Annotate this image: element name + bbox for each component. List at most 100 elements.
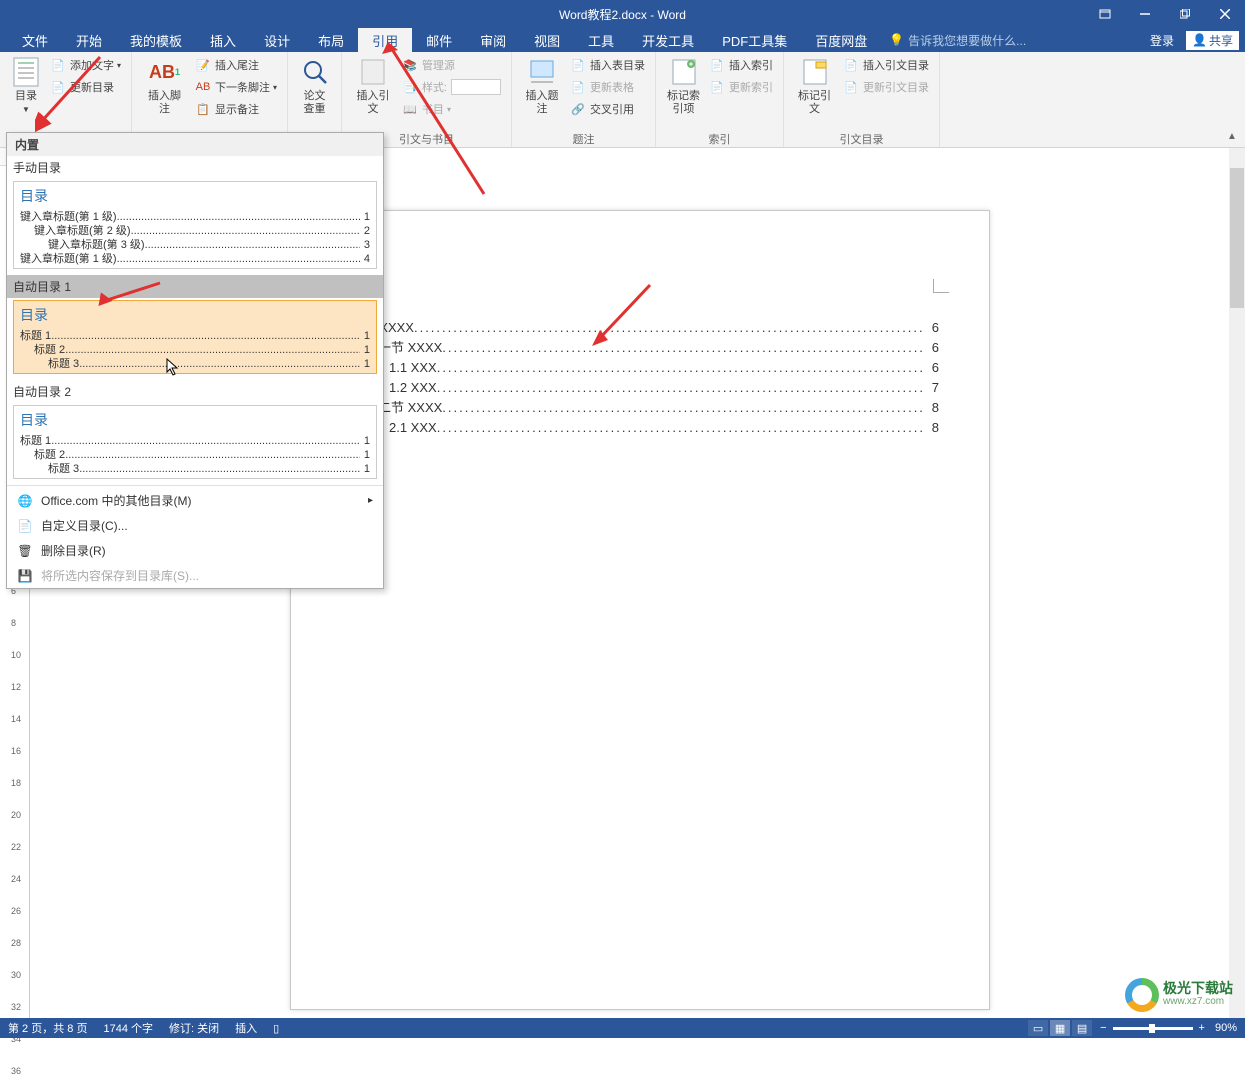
zoom-level[interactable]: 90% <box>1215 1022 1237 1034</box>
style-icon: 📑 <box>402 79 418 95</box>
show-notes-button[interactable]: 📋显示备注 <box>191 98 281 120</box>
chevron-right-icon: ▸ <box>368 495 373 506</box>
tab-developer[interactable]: 开发工具 <box>628 28 708 52</box>
read-mode-icon[interactable]: ▭ <box>1028 1020 1048 1036</box>
restore-icon[interactable] <box>1165 0 1205 28</box>
chevron-down-icon: ▾ <box>117 61 121 70</box>
ruler-tick: 8 <box>11 618 16 628</box>
ruler-tick: 16 <box>11 746 21 756</box>
status-track[interactable]: 修订: 关闭 <box>169 1020 219 1036</box>
toc-icon <box>10 56 42 88</box>
group-caption: 索引 <box>662 131 777 147</box>
ruler-tick: 30 <box>11 970 21 980</box>
toc-row[interactable]: 一章 XXXXX6 <box>341 318 939 338</box>
toc-row[interactable]: 1.2 XXX7 <box>341 378 939 398</box>
ruler-tick: 32 <box>11 1002 21 1012</box>
share-button[interactable]: 👤共享 <box>1186 31 1239 50</box>
tab-tools[interactable]: 工具 <box>574 28 628 52</box>
toc-gallery-dropdown: 内置 手动目录 目录 键入章标题(第 1 级)1键入章标题(第 2 级)2键入章… <box>6 132 384 589</box>
next-footnote-button[interactable]: AB下一条脚注▾ <box>191 76 281 98</box>
insert-footnote-button[interactable]: AB1 插入脚注 <box>138 54 191 131</box>
toc-row[interactable]: 2.1 XXX8 <box>341 418 939 438</box>
add-text-button[interactable]: 📄添加文字▾ <box>46 54 125 76</box>
ruler-tick: 36 <box>11 1066 21 1076</box>
macro-icon[interactable]: ▯ <box>273 1022 279 1035</box>
ribbon-display-icon[interactable] <box>1085 0 1125 28</box>
tab-templates[interactable]: 我的模板 <box>116 28 196 52</box>
tab-references[interactable]: 引用 <box>358 28 412 52</box>
insert-index-icon: 📄 <box>709 57 725 73</box>
more-office-toc[interactable]: 🌐Office.com 中的其他目录(M)▸ <box>7 488 383 513</box>
group-caption: 题注 <box>518 131 649 147</box>
tab-review[interactable]: 审阅 <box>466 28 520 52</box>
mark-citation-icon <box>799 56 831 88</box>
chevron-down-icon: ▾ <box>273 83 277 92</box>
mark-citation-button[interactable]: 标记引文 <box>790 54 839 131</box>
chevron-down-icon: ▼ <box>22 105 30 114</box>
toc-row[interactable]: 1.1 XXX6 <box>341 358 939 378</box>
zoom-slider[interactable] <box>1113 1027 1193 1030</box>
tab-design[interactable]: 设计 <box>250 28 304 52</box>
tab-baidu[interactable]: 百度网盘 <box>801 28 881 52</box>
update-icon: 📄 <box>843 79 859 95</box>
status-insert[interactable]: 插入 <box>235 1020 257 1036</box>
ruler-tick: 12 <box>11 682 21 692</box>
tab-home[interactable]: 开始 <box>62 28 116 52</box>
insert-index-button[interactable]: 📄插入索引 <box>705 54 777 76</box>
update-toc-button[interactable]: 📄更新目录 <box>46 76 125 98</box>
status-words[interactable]: 1744 个字 <box>103 1020 153 1036</box>
manage-sources-button[interactable]: 📚管理源 <box>398 54 505 76</box>
gallery-section-manual: 手动目录 <box>7 156 383 179</box>
bibliography-button[interactable]: 📖书目▾ <box>398 98 505 120</box>
tab-layout[interactable]: 布局 <box>304 28 358 52</box>
gallery-item-auto2[interactable]: 目录 标题 11标题 21标题 31 <box>13 405 377 479</box>
update-index-button[interactable]: 📄更新索引 <box>705 76 777 98</box>
tab-mailings[interactable]: 邮件 <box>412 28 466 52</box>
status-bar: 第 2 页，共 8 页 1744 个字 修订: 关闭 插入 ▯ ▭ ▦ ▤ − … <box>0 1018 1245 1038</box>
insert-authority-button[interactable]: 📄插入引文目录 <box>839 54 933 76</box>
insert-caption-button[interactable]: 插入题注 <box>518 54 566 131</box>
remove-toc[interactable]: 🗑删除目录(R) <box>7 538 383 563</box>
web-layout-icon[interactable]: ▤ <box>1072 1020 1092 1036</box>
biblio-icon: 📖 <box>402 101 418 117</box>
tab-view[interactable]: 视图 <box>520 28 574 52</box>
tell-me-input[interactable]: 💡告诉我您想要做什么... <box>889 28 1026 52</box>
toc-row[interactable]: 第二节 XXXX8 <box>341 398 939 418</box>
watermark: 极光下载站 www.xz7.com <box>1125 978 1233 1012</box>
status-page[interactable]: 第 2 页，共 8 页 <box>8 1020 87 1036</box>
ruler-tick: 24 <box>11 874 21 884</box>
document-page[interactable]: 录 一章 XXXXX6第一节 XXXX61.1 XXX61.2 XXX7第二节 … <box>290 210 990 1010</box>
citation-icon <box>357 56 389 88</box>
collapse-ribbon-icon[interactable]: ▲ <box>1227 131 1241 145</box>
update-table-button[interactable]: 📄更新表格 <box>566 76 649 98</box>
tab-pdf[interactable]: PDF工具集 <box>708 28 801 52</box>
gallery-item-manual[interactable]: 目录 键入章标题(第 1 级)1键入章标题(第 2 级)2键入章标题(第 3 级… <box>13 181 377 269</box>
mark-index-button[interactable]: 标记索引项 <box>662 54 705 131</box>
preview-row: 标题 21 <box>20 448 370 462</box>
bulb-icon: 💡 <box>889 33 904 47</box>
custom-toc[interactable]: 📄自定义目录(C)... <box>7 513 383 538</box>
thesis-check-button[interactable]: 论文查重 <box>294 54 335 131</box>
minimize-icon[interactable] <box>1125 0 1165 28</box>
close-icon[interactable] <box>1205 0 1245 28</box>
scrollbar-thumb[interactable] <box>1230 168 1244 308</box>
insert-endnote-button[interactable]: 📝插入尾注 <box>191 54 281 76</box>
insert-table-figures-button[interactable]: 📄插入表目录 <box>566 54 649 76</box>
save-icon: 💾 <box>17 568 33 584</box>
ruler-tick: 20 <box>11 810 21 820</box>
print-layout-icon[interactable]: ▦ <box>1050 1020 1070 1036</box>
gallery-item-auto1[interactable]: 目录 标题 11标题 21标题 31 <box>13 300 377 374</box>
style-select[interactable]: 📑样式: <box>398 76 505 98</box>
index-icon <box>668 56 700 88</box>
vertical-scrollbar[interactable] <box>1229 148 1245 1018</box>
cross-reference-button[interactable]: 🔗交叉引用 <box>566 98 649 120</box>
login-link[interactable]: 登录 <box>1150 32 1174 49</box>
update-authority-button[interactable]: 📄更新引文目录 <box>839 76 933 98</box>
toc-button[interactable]: 目录▼ <box>6 54 46 131</box>
insert-citation-button[interactable]: 插入引文 <box>348 54 398 131</box>
zoom-out-button[interactable]: − <box>1100 1022 1106 1034</box>
toc-row[interactable]: 第一节 XXXX6 <box>341 338 939 358</box>
tab-insert[interactable]: 插入 <box>196 28 250 52</box>
tab-file[interactable]: 文件 <box>8 28 62 52</box>
zoom-in-button[interactable]: + <box>1199 1022 1205 1034</box>
